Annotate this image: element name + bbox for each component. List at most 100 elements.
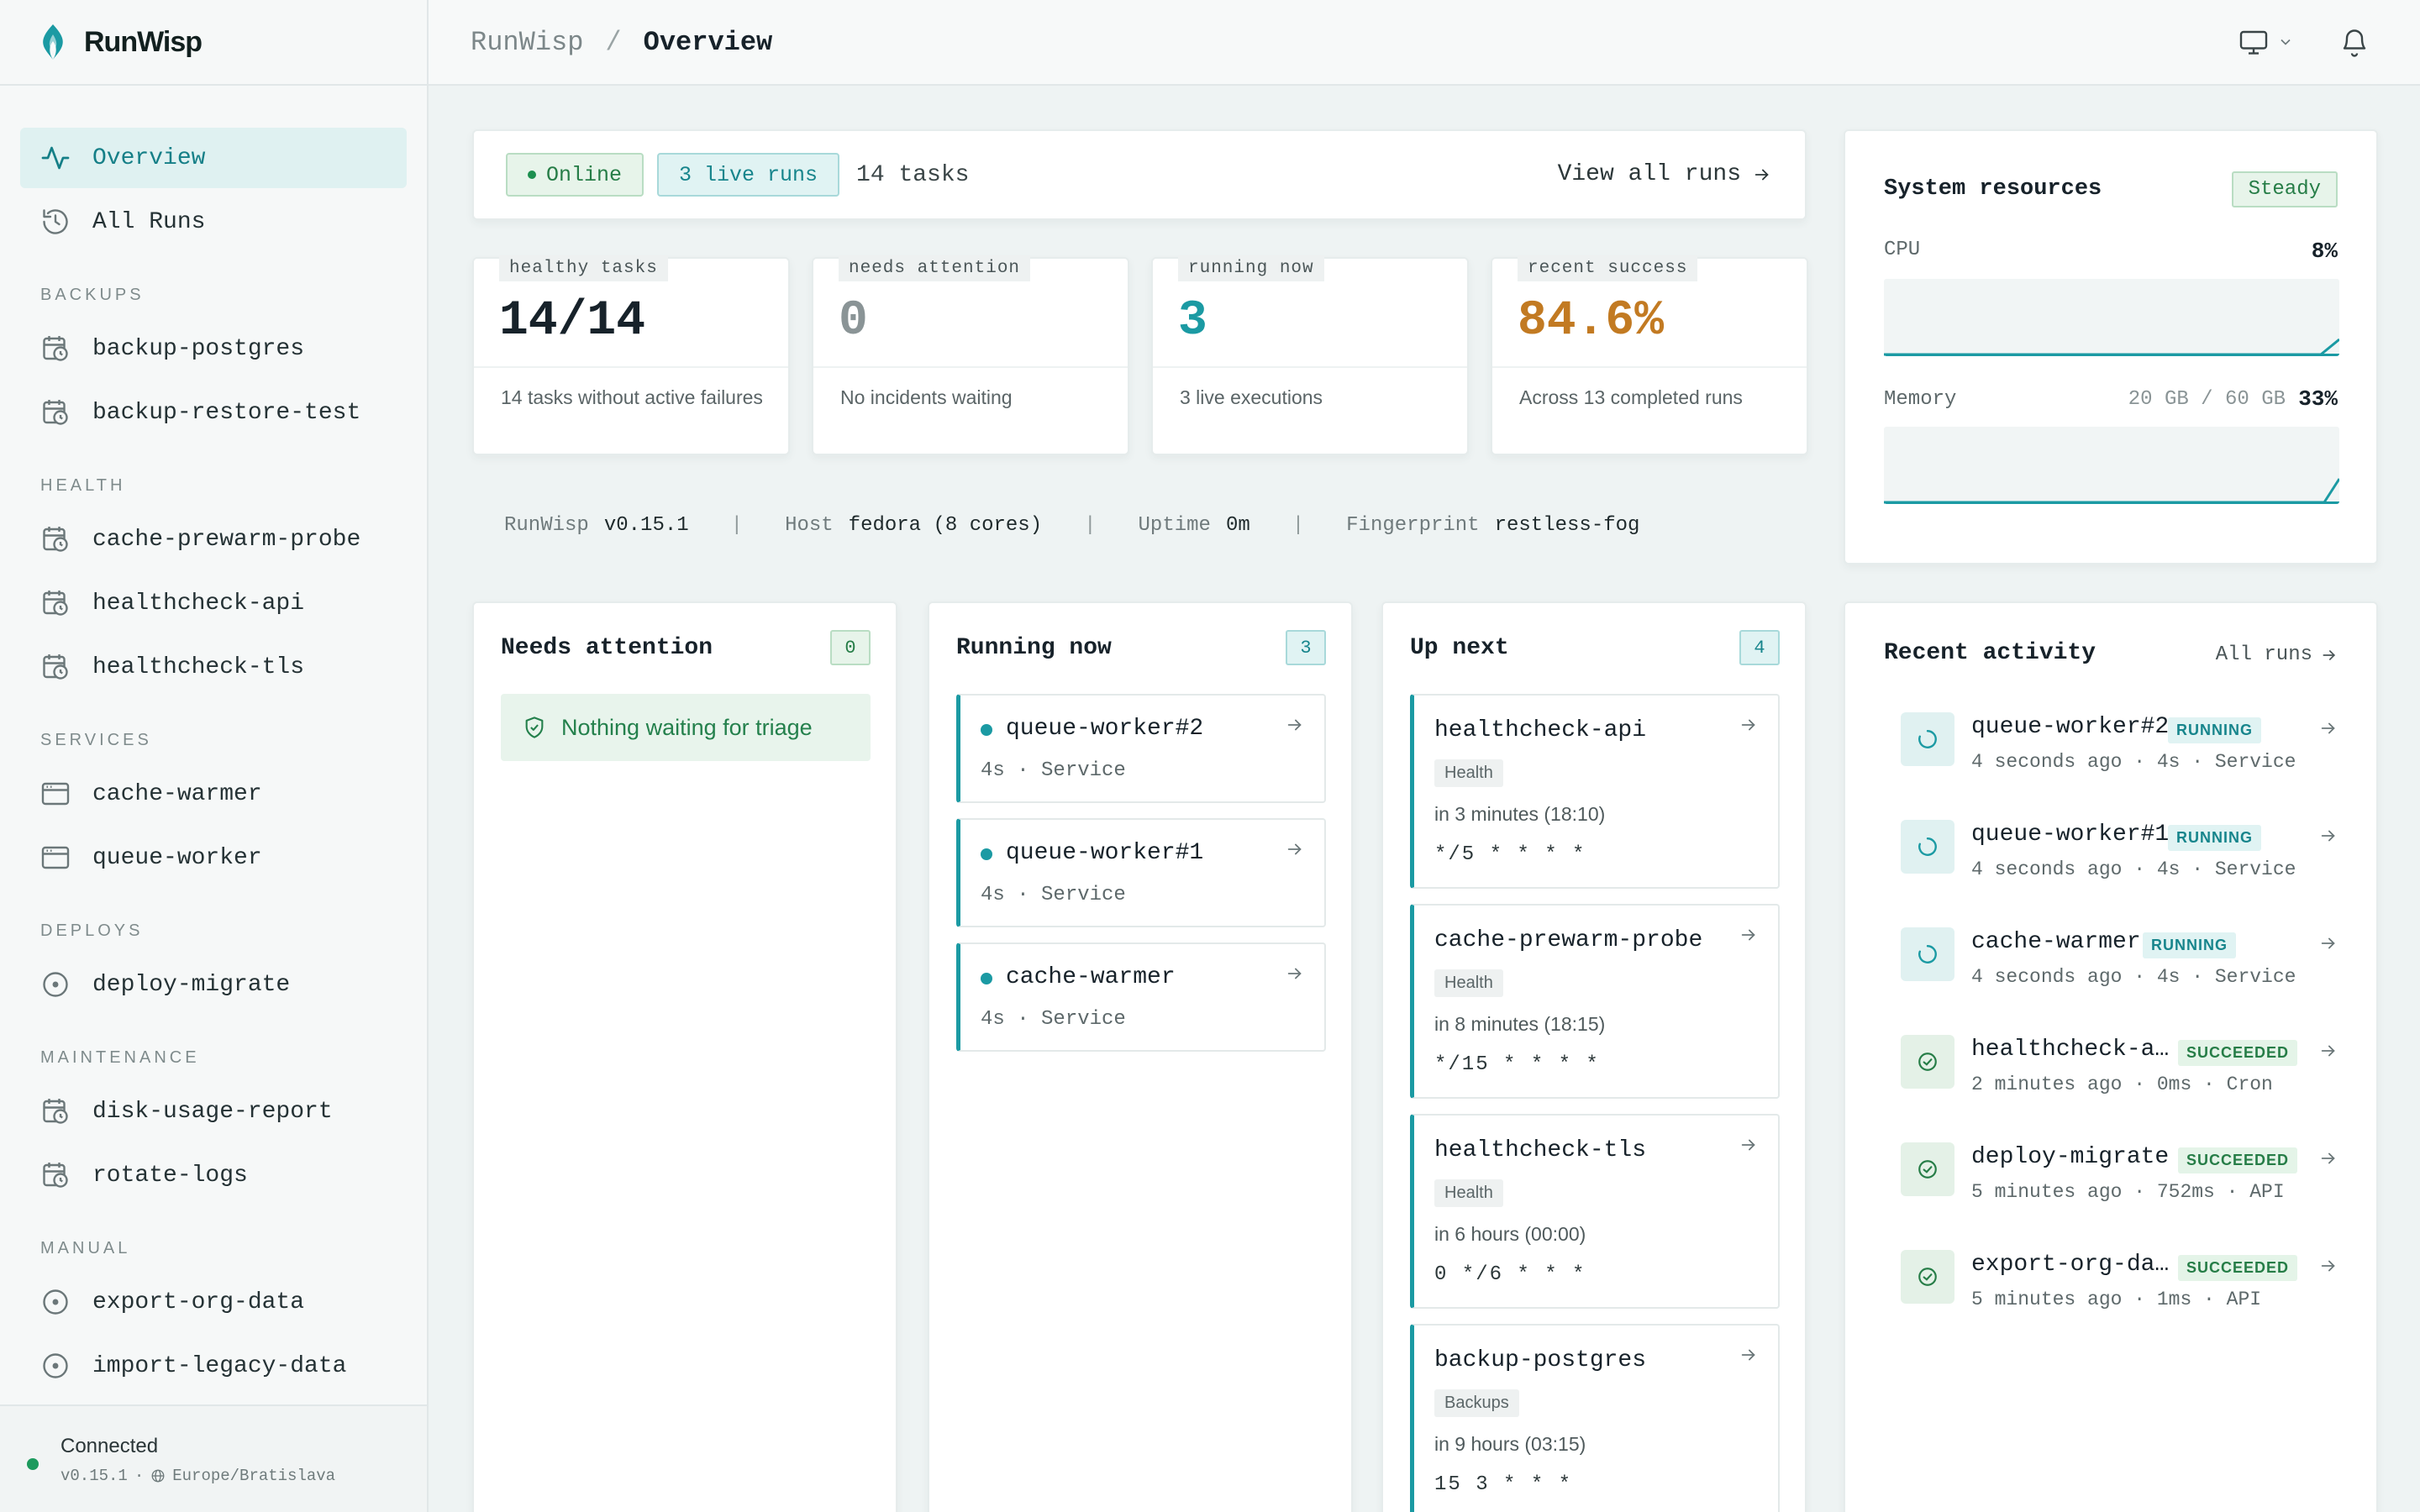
info-value: fedora (8 cores) — [848, 514, 1043, 537]
spinner-icon — [1901, 712, 1954, 766]
sidebar-section-title: MANUAL — [40, 1239, 131, 1257]
sidebar-item-healthcheck-api[interactable]: healthcheck-api — [20, 573, 407, 633]
info-label: Fingerprint — [1346, 514, 1480, 537]
arrow-right-icon — [1741, 719, 1755, 731]
running-task-card[interactable]: queue-worker#2 4s · Service — [956, 694, 1326, 803]
stat-running-now: running now 3 3 live executions — [1151, 255, 1469, 455]
task-meta: 4s · Service — [981, 759, 1126, 782]
sidebar-item-deploy-migrate[interactable]: deploy-migrate — [20, 954, 407, 1015]
count-badge: 3 — [1286, 630, 1326, 665]
check-circle-icon — [1901, 1142, 1954, 1196]
calendar-clock-icon — [43, 1099, 68, 1124]
cron-expression: */15 * * * * — [1434, 1053, 1600, 1076]
cpu-label: CPU — [1884, 239, 1921, 261]
running-task-card[interactable]: queue-worker#1 4s · Service — [956, 818, 1326, 927]
arrow-right-icon — [1741, 1139, 1755, 1151]
live-runs-badge[interactable]: 3 live runs — [657, 153, 840, 197]
activity-row[interactable]: queue-worker#2 RUNNING 4 seconds ago · 4… — [1901, 712, 2338, 780]
cron-expression: 15 3 * * * — [1434, 1473, 1573, 1496]
sidebar-item-rotate-logs[interactable]: rotate-logs — [20, 1145, 407, 1205]
arrow-right-icon — [1741, 929, 1755, 941]
breadcrumb-root[interactable]: RunWisp — [471, 27, 583, 58]
activity-row[interactable]: healthcheck-a… SUCCEEDED 2 minutes ago ·… — [1901, 1035, 2338, 1102]
page-title: Overview — [643, 26, 773, 58]
panel-title: Up next — [1410, 635, 1509, 661]
stat-value: 0 — [839, 294, 868, 349]
run-name: healthcheck-a… — [1971, 1037, 2170, 1063]
chevron-down-icon — [2281, 39, 2291, 45]
brand[interactable]: RunWisp — [0, 0, 427, 86]
scheduled-task-card[interactable]: healthcheck-api Health in 3 minutes (18:… — [1410, 694, 1780, 889]
task-tag: Health — [1434, 969, 1503, 997]
sidebar-item-queue-worker[interactable]: queue-worker — [20, 827, 407, 888]
activity-row[interactable]: cache-warmer RUNNING 4 seconds ago · 4s … — [1901, 927, 2338, 995]
monitor-icon — [2239, 30, 2268, 55]
sidebar-item-label: cache-prewarm-probe — [92, 526, 361, 553]
sidebar-item-cache-prewarm-probe[interactable]: cache-prewarm-probe — [20, 509, 407, 570]
stat-description: 3 live executions — [1180, 386, 1323, 408]
task-count: 14 tasks — [856, 161, 970, 188]
stat-description: 14 tasks without active failures — [501, 386, 763, 408]
connection-status: Connected v0.15.1 · Europe/Bratislava — [0, 1404, 427, 1512]
run-meta: 2 minutes ago · 0ms · Cron — [1971, 1074, 2273, 1095]
sidebar-item-backup-postgres[interactable]: backup-postgres — [20, 318, 407, 379]
sidebar-item-healthcheck-tls[interactable]: healthcheck-tls — [20, 637, 407, 697]
sidebar-item-overview[interactable]: Overview — [20, 128, 407, 188]
separator-dot: · — [134, 1467, 145, 1485]
memory-sparkline — [1884, 478, 2339, 504]
task-name: queue-worker#2 — [1006, 716, 1204, 742]
info-value: v0.15.1 — [603, 514, 689, 537]
status-bar: Online 3 live runs 14 tasks View all run… — [472, 129, 1807, 220]
sidebar-item-import-legacy-data[interactable]: import-legacy-data — [20, 1336, 407, 1396]
sidebar-item-label: rotate-logs — [92, 1162, 248, 1189]
circle-dot-icon — [43, 1289, 68, 1315]
view-all-runs-link[interactable]: View all runs — [1558, 161, 1771, 187]
scheduled-task-card[interactable]: cache-prewarm-probe Health in 8 minutes … — [1410, 904, 1780, 1099]
sidebar-section-title: MAINTENANCE — [40, 1048, 200, 1067]
info-label: Uptime — [1138, 514, 1211, 537]
sidebar-item-label: queue-worker — [92, 844, 262, 871]
scheduled-task-card[interactable]: backup-postgres Backups in 9 hours (03:1… — [1410, 1324, 1780, 1512]
separator: | — [1292, 514, 1305, 537]
stat-label: running now — [1178, 255, 1324, 281]
activity-row[interactable]: queue-worker#1 RUNNING 4 seconds ago · 4… — [1901, 820, 2338, 887]
sidebar-item-all-runs[interactable]: All Runs — [20, 192, 407, 252]
sidebar-item-label: import-legacy-data — [92, 1352, 347, 1379]
system-info-row: RunWisp v0.15.1 | Host fedora (8 cores) | … — [504, 514, 1639, 537]
sidebar-section-title: BACKUPS — [40, 286, 145, 304]
next-run-time: in 8 minutes (18:15) — [1434, 1013, 1606, 1035]
sidebar-item-cache-warmer[interactable]: cache-warmer — [20, 764, 407, 824]
arrow-right-icon — [2321, 1152, 2335, 1164]
shield-check-icon — [525, 717, 544, 738]
scheduled-task-card[interactable]: healthcheck-tls Health in 6 hours (00:00… — [1410, 1114, 1780, 1309]
info-value: restless-fog — [1494, 514, 1640, 537]
next-run-time: in 3 minutes (18:10) — [1434, 803, 1606, 825]
stat-value: 14/14 — [499, 294, 646, 349]
all-runs-link[interactable]: All runs — [2216, 643, 2338, 666]
stat-label: healthy tasks — [499, 255, 668, 281]
sidebar-item-backup-restore-test[interactable]: backup-restore-test — [20, 382, 407, 443]
cpu-sparkline — [1884, 338, 2339, 356]
arrow-right-icon — [2321, 1045, 2335, 1057]
task-meta: 4s · Service — [981, 1008, 1126, 1031]
display-mode-toggle[interactable] — [2238, 27, 2294, 57]
next-run-time: in 6 hours (00:00) — [1434, 1223, 1586, 1245]
version-timezone: v0.15.1 · Europe/Bratislava — [60, 1467, 427, 1485]
task-name: healthcheck-api — [1434, 717, 1647, 743]
calendar-clock-icon — [43, 1163, 68, 1188]
breadcrumb-separator: / — [605, 26, 622, 58]
sidebar-item-export-org-data[interactable]: export-org-data — [20, 1272, 407, 1332]
bell-icon[interactable] — [2339, 27, 2370, 57]
sidebar-item-label: deploy-migrate — [92, 971, 291, 998]
system-resources-card: System resources Steady CPU 8% Memory 20… — [1844, 129, 2378, 564]
status-badge: SUCCEEDED — [2178, 1040, 2298, 1066]
resources-title: System resources — [1884, 176, 2102, 202]
sidebar-item-disk-usage-report[interactable]: disk-usage-report — [20, 1081, 407, 1142]
window-icon — [41, 846, 70, 869]
running-task-card[interactable]: cache-warmer 4s · Service — [956, 942, 1326, 1052]
separator: | — [730, 514, 744, 537]
running-now-panel: Running now 3 queue-worker#2 4s · Servic… — [928, 601, 1353, 1512]
activity-row[interactable]: deploy-migrate SUCCEEDED 5 minutes ago ·… — [1901, 1142, 2338, 1210]
activity-row[interactable]: export-org-da… SUCCEEDED 5 minutes ago ·… — [1901, 1250, 2338, 1317]
online-badge: Online — [506, 153, 644, 197]
